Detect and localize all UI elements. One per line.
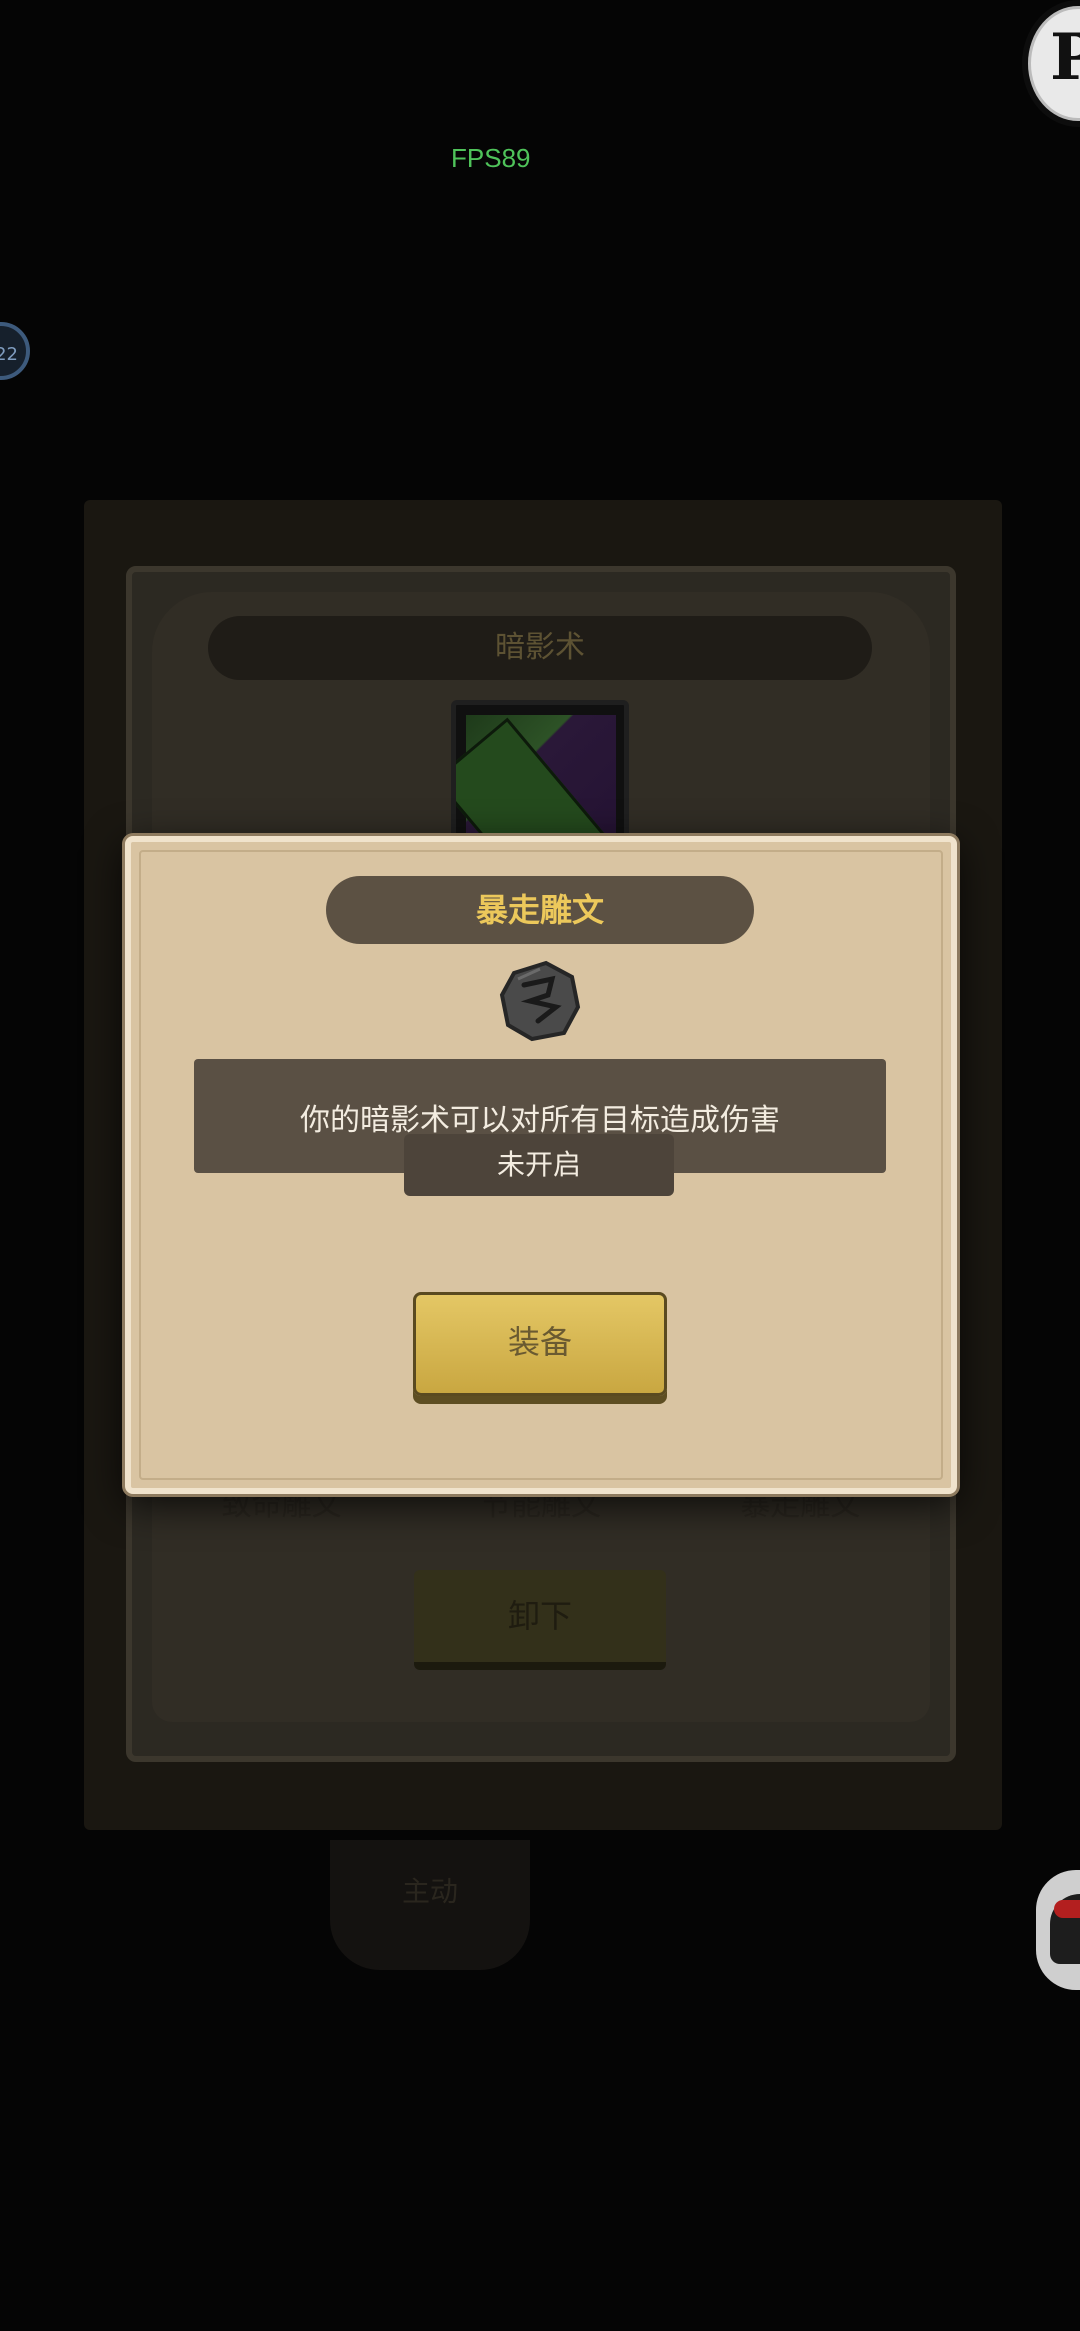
game-screen: FPS89 P 22 暗影术 致命雕文 节能雕文 暴走雕文 卸下 主动 暴走雕文… [0, 0, 1080, 2331]
rune-stone-icon [499, 960, 581, 1042]
side-companion-icon[interactable] [1036, 1870, 1080, 1990]
player-avatar-icon[interactable]: P [1022, 0, 1080, 127]
dialog-title: 暴走雕文 [475, 891, 604, 929]
equip-button-label: 装备 [507, 1323, 572, 1361]
status-text: 未开启 [496, 1148, 581, 1181]
unload-button-label: 卸下 [507, 1597, 572, 1635]
level-badge[interactable]: 22 [0, 322, 30, 380]
rune-description: 你的暗影术可以对所有目标造成伤害 [300, 1103, 780, 1138]
fps-counter: FPS89 [451, 143, 531, 173]
skill-title: 暗影术 [495, 630, 585, 665]
tab-active-label: 主动 [401, 1875, 458, 1908]
avatar-glyph-icon: P [1050, 20, 1080, 95]
companion-cap-icon [1054, 1900, 1080, 1918]
shadow-skill-icon [451, 700, 629, 850]
